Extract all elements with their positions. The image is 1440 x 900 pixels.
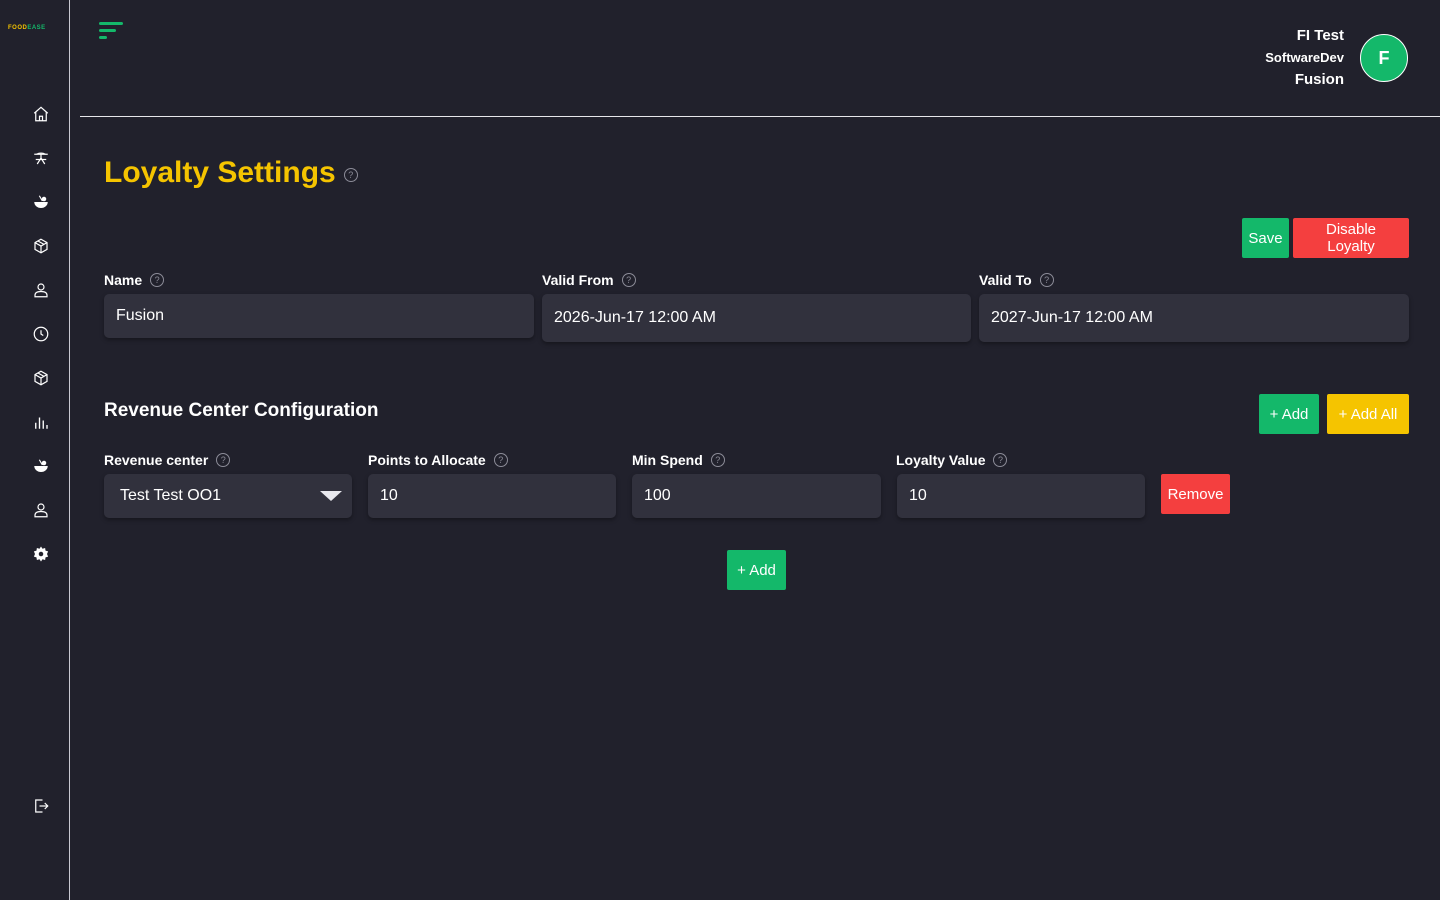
user-role: SoftwareDev bbox=[1265, 50, 1344, 65]
brand-logo[interactable]: FOODEASE bbox=[8, 23, 60, 33]
logout-icon[interactable] bbox=[31, 796, 51, 816]
page-title: Loyalty Settings ? bbox=[104, 156, 358, 190]
profile-icon[interactable] bbox=[31, 500, 51, 520]
help-icon[interactable]: ? bbox=[993, 453, 1008, 467]
help-icon[interactable]: ? bbox=[216, 453, 231, 467]
food-alt-icon[interactable] bbox=[31, 456, 51, 476]
valid-to-label-text: Valid To bbox=[979, 272, 1032, 288]
help-icon[interactable]: ? bbox=[621, 273, 636, 287]
add-row-button[interactable]: + Add bbox=[727, 550, 786, 590]
add-button[interactable]: + Add bbox=[1259, 394, 1319, 434]
chart-icon[interactable] bbox=[31, 412, 51, 432]
min-spend-label: Min Spend ? bbox=[632, 452, 725, 468]
food-icon[interactable] bbox=[31, 192, 51, 212]
points-input[interactable] bbox=[368, 474, 616, 518]
help-icon[interactable]: ? bbox=[1039, 273, 1054, 287]
logo-part-2: EASE bbox=[27, 25, 46, 31]
package-icon[interactable] bbox=[31, 368, 51, 388]
revenue-center-label: Revenue center ? bbox=[104, 452, 231, 468]
name-label-text: Name bbox=[104, 272, 143, 288]
remove-button[interactable]: Remove bbox=[1161, 474, 1230, 514]
gear-icon[interactable] bbox=[31, 544, 51, 564]
valid-to-label: Valid To ? bbox=[979, 272, 1054, 288]
header-divider bbox=[80, 116, 1440, 117]
loyalty-value-label-text: Loyalty Value bbox=[896, 452, 986, 468]
box-icon[interactable] bbox=[31, 236, 51, 256]
min-spend-label-text: Min Spend bbox=[632, 452, 703, 468]
dining-icon[interactable] bbox=[31, 148, 51, 168]
revenue-center-label-text: Revenue center bbox=[104, 452, 209, 468]
name-input[interactable] bbox=[104, 294, 534, 338]
user-icon[interactable] bbox=[31, 280, 51, 300]
user-name: FI Test bbox=[1296, 27, 1344, 44]
loyalty-value-input[interactable] bbox=[897, 474, 1145, 518]
help-icon[interactable]: ? bbox=[710, 453, 725, 467]
valid-from-label-text: Valid From bbox=[542, 272, 614, 288]
min-spend-input[interactable] bbox=[632, 474, 881, 518]
valid-from-input[interactable] bbox=[542, 294, 971, 342]
section-title: Revenue Center Configuration bbox=[104, 400, 379, 421]
valid-to-input[interactable] bbox=[979, 294, 1409, 342]
home-icon[interactable] bbox=[31, 104, 51, 124]
help-icon[interactable]: ? bbox=[150, 273, 165, 287]
disable-loyalty-button[interactable]: Disable Loyalty bbox=[1293, 218, 1409, 258]
help-icon[interactable]: ? bbox=[343, 168, 358, 182]
user-info[interactable]: FI Test SoftwareDev Fusion bbox=[1265, 25, 1344, 91]
user-org: Fusion bbox=[1294, 71, 1344, 88]
points-label: Points to Allocate ? bbox=[368, 452, 508, 468]
logo-part-1: FOOD bbox=[8, 25, 28, 31]
menu-toggle-icon[interactable] bbox=[99, 21, 125, 41]
loyalty-value-label: Loyalty Value ? bbox=[896, 452, 1008, 468]
points-label-text: Points to Allocate bbox=[368, 452, 486, 468]
page-title-text: Loyalty Settings bbox=[104, 156, 336, 189]
help-icon[interactable]: ? bbox=[493, 453, 508, 467]
clock-icon[interactable] bbox=[31, 324, 51, 344]
revenue-center-select[interactable]: Test Test OO1 bbox=[104, 474, 352, 518]
valid-from-label: Valid From ? bbox=[542, 272, 636, 288]
add-all-button[interactable]: + Add All bbox=[1327, 394, 1409, 434]
save-button[interactable]: Save bbox=[1242, 218, 1289, 258]
revenue-center-value: Test Test OO1 bbox=[120, 487, 222, 504]
name-label: Name ? bbox=[104, 272, 165, 288]
chevron-down-icon bbox=[320, 491, 342, 501]
avatar[interactable]: F bbox=[1360, 34, 1408, 82]
sidebar: FOODEASE bbox=[0, 0, 70, 900]
